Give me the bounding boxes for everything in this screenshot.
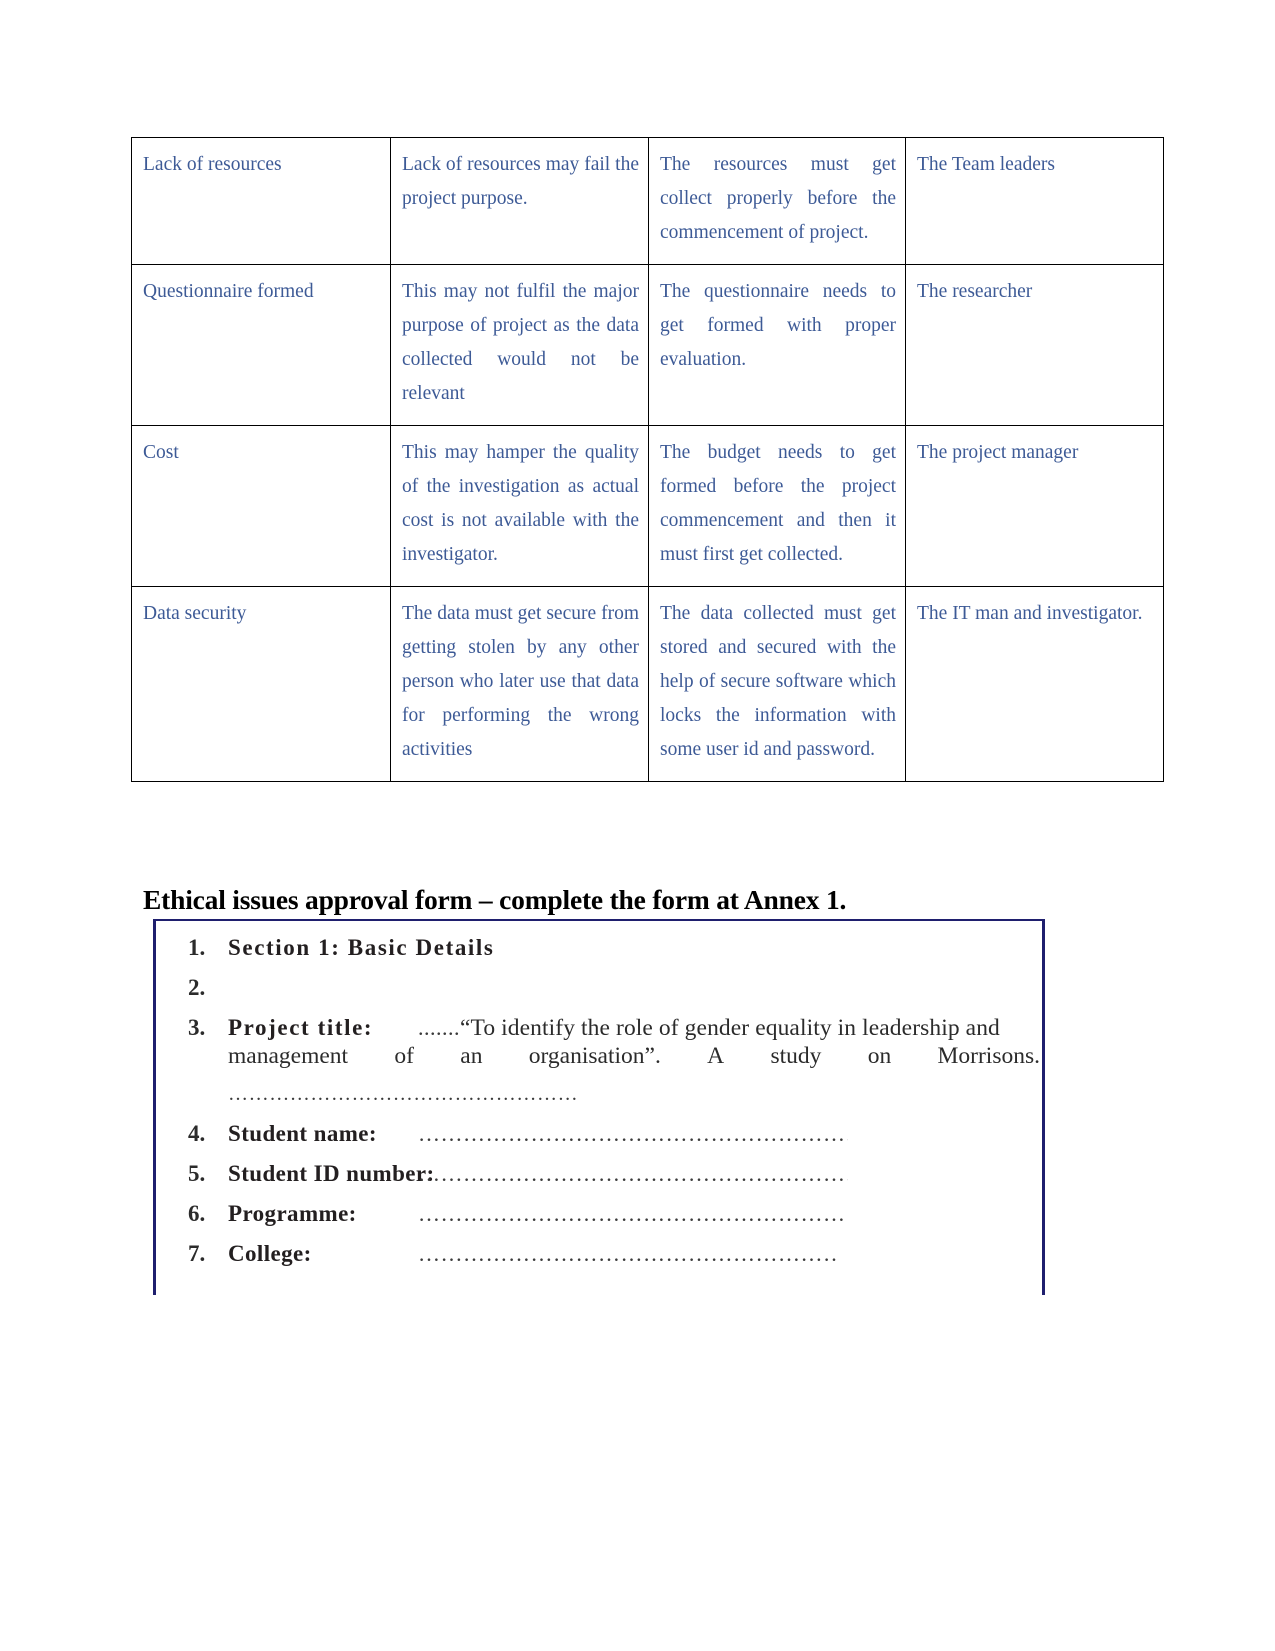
cell-action: The questionnaire needs to get formed wi… [648,264,906,426]
cell-risk: Lack of resources [131,137,391,265]
form-item-label: Student ID number: [228,1161,435,1186]
cell-owner: The project manager [905,425,1164,587]
cell-impact: This may hamper the quality of the inves… [390,425,649,587]
table-row: Questionnaire formed This may not fulfil… [131,264,1164,426]
table-row: Lack of resources Lack of resources may … [131,137,1164,265]
form-item-fill-line: …………………………………………………………………. [418,1161,848,1186]
form-item-label: Student name: [228,1121,377,1146]
project-title-word: an [460,1043,483,1069]
cell-owner: The researcher [905,264,1164,426]
form-item-blank: 2. [188,975,228,1001]
cell-impact: Lack of resources may fail the project p… [390,137,649,265]
form-item-number: 4. [188,1121,206,1146]
project-title-line2: management of an organisation”. A study … [228,1043,1040,1070]
form-item-leader-dots: ....... [418,1015,460,1040]
form-item-college: 7. College: ……………………………………………………………. [188,1241,838,1267]
form-item-project-title: 3. Project title: ....... “To identify t… [188,1015,1000,1042]
document-page: Lack of resources Lack of resources may … [0,0,1275,1651]
form-item-programme: 6. Programme: ………………………………………………………………. [188,1201,843,1227]
project-title-value: “To identify the role of gender equality… [460,1015,1000,1041]
form-item-number: 3. [188,1015,206,1040]
ethics-form-content: 1. Section 1: Basic Details 2. 3. Projec… [156,921,1042,1295]
form-item-number: 7. [188,1241,206,1266]
form-item-student-id: 5. Student ID number: ………………………………………………… [188,1161,848,1187]
form-item-label: Project title: [228,1015,374,1040]
form-item-student-name: 4. Student name: ……………………………………………………………… [188,1121,848,1147]
form-item-number: 5. [188,1161,206,1186]
cell-owner: The IT man and investigator. [905,586,1164,782]
form-item-fill-line: ………………………………………………………………. [418,1121,848,1146]
project-title-word: study [770,1043,822,1069]
project-title-word: A [707,1043,725,1069]
form-item-number: 2. [188,975,206,1000]
project-title-word: on [867,1043,892,1069]
project-title-word: of [394,1043,414,1069]
cell-owner: The Team leaders [905,137,1164,265]
form-item-section1: 1. Section 1: Basic Details [188,935,494,961]
form-item-fill-line: ………………………………………………………………. [418,1201,843,1226]
form-item-label: Section 1: Basic Details [228,935,495,960]
cell-risk: Questionnaire formed [131,264,391,426]
section-heading: Ethical issues approval form – complete … [143,884,847,915]
cell-risk: Data security [131,586,391,782]
form-item-fill-line: ……………………………………………………………. [418,1241,838,1266]
risk-table: Lack of resources Lack of resources may … [131,137,1164,782]
cell-impact: This may not fulfil the major purpose of… [390,264,649,426]
cell-risk: Cost [131,425,391,587]
project-title-trailing-dots: …………………………………………… [228,1083,579,1105]
project-title-word: management [228,1043,349,1069]
form-item-label: College: [228,1241,312,1266]
risk-table-body: Lack of resources Lack of resources may … [131,137,1164,782]
form-item-number: 1. [188,935,206,960]
project-title-word: Morrisons. [937,1043,1041,1069]
cell-action: The budget needs to get formed before th… [648,425,906,587]
project-title-word: organisation”. [528,1043,661,1069]
cell-action: The resources must get collect properly … [648,137,906,265]
table-row: Cost This may hamper the quality of the … [131,425,1164,587]
table-row: Data security The data must get secure f… [131,586,1164,782]
cell-action: The data collected must get stored and s… [648,586,906,782]
form-item-label: Programme: [228,1201,357,1226]
cell-impact: The data must get secure from getting st… [390,586,649,782]
form-item-number: 6. [188,1201,206,1226]
ethics-form-image: 1. Section 1: Basic Details 2. 3. Projec… [153,919,1045,1295]
